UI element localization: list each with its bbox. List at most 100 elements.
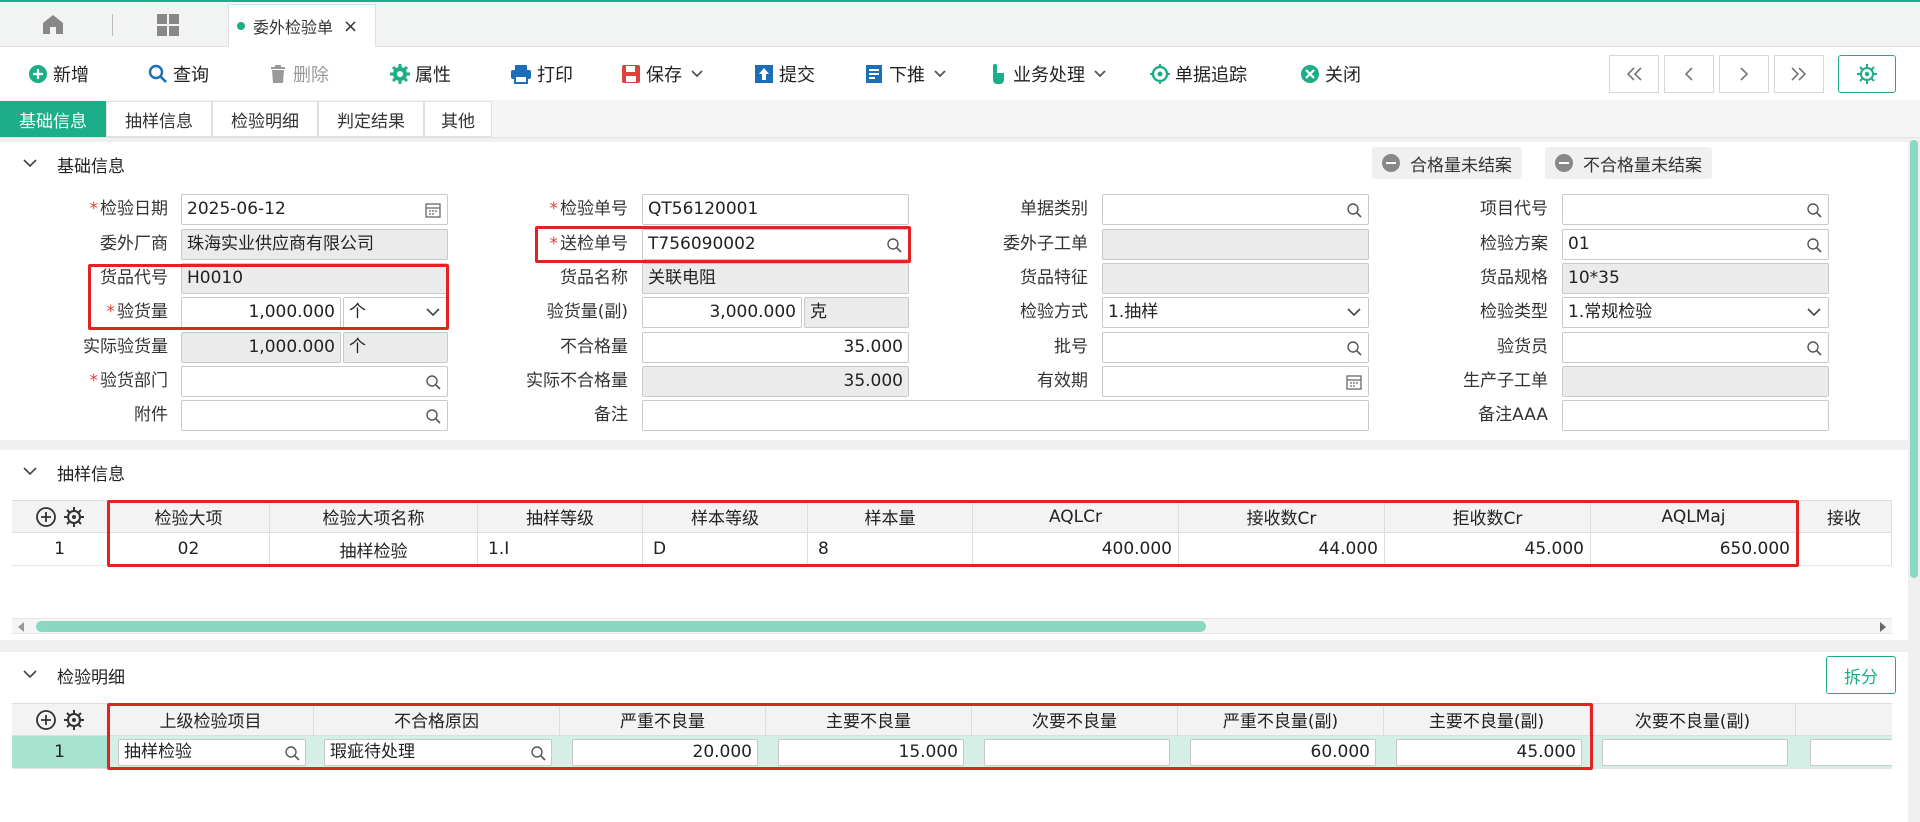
last-record-button[interactable] — [1774, 55, 1824, 93]
print-button[interactable]: 打印 — [510, 59, 573, 89]
search-icon[interactable] — [530, 745, 546, 761]
search-icon[interactable] — [1346, 202, 1362, 218]
calendar-icon[interactable] — [1346, 374, 1362, 390]
table-row[interactable]: 1 02 抽样检验 1.I D 8 400.000 44.000 45.000 … — [12, 533, 1892, 566]
sampling-info-header[interactable]: 抽样信息 — [0, 450, 1908, 494]
close-button[interactable]: 关闭 — [1300, 59, 1361, 89]
tab-inspection-detail[interactable]: 检验明细 — [212, 101, 318, 137]
inspector-field[interactable] — [1562, 332, 1829, 363]
minor-defect-input[interactable] — [984, 739, 1170, 766]
next-column-input[interactable] — [1810, 739, 1892, 766]
search-icon[interactable] — [425, 408, 441, 424]
project-code-label: 项目代号 — [1480, 199, 1548, 219]
page-vertical-scrollbar[interactable] — [1908, 138, 1920, 822]
critical-defect-input[interactable]: 20.000 — [572, 739, 758, 766]
sampling-horizontal-scrollbar[interactable] — [12, 618, 1892, 634]
tab-sampling-info[interactable]: 抽样信息 — [106, 101, 212, 137]
trace-button[interactable]: 单据追踪 — [1150, 59, 1247, 89]
project-code-field[interactable] — [1562, 194, 1829, 225]
property-button[interactable]: 属性 — [390, 59, 451, 89]
unqualified-reason-input[interactable]: 瑕疵待处理 — [324, 739, 552, 766]
next-record-button[interactable] — [1719, 55, 1769, 93]
scroll-right-icon[interactable] — [1878, 621, 1888, 633]
tab-outsource-inspection[interactable]: 委外检验单 × — [228, 4, 376, 47]
cell-reject-cr[interactable]: 45.000 — [1385, 533, 1591, 565]
attachment-field[interactable] — [181, 400, 448, 431]
scrollbar-thumb[interactable] — [36, 621, 1206, 632]
scrollbar-thumb[interactable] — [1910, 140, 1918, 578]
inspection-detail-header[interactable]: 检验明细 — [0, 653, 1908, 697]
business-process-button[interactable]: 业务处理 — [988, 59, 1112, 89]
major-defect-input[interactable]: 15.000 — [778, 739, 964, 766]
cell-inspection-item-name[interactable]: 抽样检验 — [270, 533, 478, 565]
inspection-dept-field[interactable] — [181, 366, 448, 397]
inspection-plan-field[interactable]: 01 — [1562, 229, 1829, 260]
cell-accept-cr[interactable]: 44.000 — [1179, 533, 1385, 565]
inspection-no-field[interactable]: QT56120001 — [642, 194, 909, 225]
new-button[interactable]: 新增 — [28, 59, 89, 89]
batch-field[interactable] — [1102, 332, 1369, 363]
scroll-left-icon[interactable] — [16, 621, 26, 633]
tab-basic-info[interactable]: 基础信息 — [0, 101, 106, 137]
cell-aql-cr[interactable]: 400.000 — [973, 533, 1179, 565]
cell-sample-level[interactable]: D — [643, 533, 808, 565]
search-icon[interactable] — [284, 745, 300, 761]
valid-period-field[interactable] — [1102, 366, 1369, 397]
send-no-label: * 送检单号 — [549, 234, 629, 254]
minor-defect-sub-input[interactable] — [1602, 739, 1788, 766]
search-icon[interactable] — [425, 374, 441, 390]
cell-inspection-item[interactable]: 02 — [108, 533, 270, 565]
unqualified-qty-field[interactable]: 35.000 — [642, 332, 909, 363]
close-tab-icon[interactable]: × — [343, 16, 358, 37]
double-chevron-right-icon — [1791, 67, 1807, 81]
add-circle-icon[interactable] — [35, 506, 57, 528]
table-row[interactable]: 1 抽样检验 瑕疵待处理 20.000 15.000 60.000 45.000 — [12, 736, 1892, 769]
tab-label: 委外检验单 — [253, 18, 334, 37]
cell-accept[interactable] — [1797, 533, 1892, 565]
cell-sampling-level[interactable]: 1.I — [478, 533, 643, 565]
cell-aql-maj[interactable]: 650.000 — [1591, 533, 1797, 565]
calendar-icon[interactable] — [425, 202, 441, 218]
remark-aaa-field[interactable] — [1562, 400, 1829, 431]
inspection-qty-field[interactable]: 1,000.000 — [181, 297, 341, 328]
apps-grid-icon[interactable] — [156, 13, 182, 39]
inspection-type-select[interactable]: 1.常规检验 — [1562, 297, 1829, 328]
property-label: 属性 — [415, 65, 451, 86]
save-button[interactable]: 保存 — [621, 59, 709, 89]
previous-record-button[interactable] — [1664, 55, 1714, 93]
parent-inspection-item-input[interactable]: 抽样检验 — [118, 739, 306, 766]
gear-icon[interactable] — [63, 709, 85, 731]
first-record-button[interactable] — [1609, 55, 1659, 93]
remark-field[interactable] — [642, 400, 1369, 431]
home-icon[interactable] — [40, 12, 70, 38]
search-icon[interactable] — [1806, 237, 1822, 253]
critical-defect-sub-input[interactable]: 60.000 — [1190, 739, 1376, 766]
push-down-button[interactable]: 下推 — [864, 59, 952, 89]
tab-judgment-result[interactable]: 判定结果 — [318, 101, 424, 137]
split-button[interactable]: 拆分 — [1826, 656, 1896, 694]
gear-icon[interactable] — [63, 506, 85, 528]
basic-info-header[interactable]: 基础信息 合格量未结案 不合格量未结案 — [0, 142, 1908, 186]
inspection-qty-sub-field[interactable]: 3,000.000 — [642, 297, 802, 328]
settings-button[interactable] — [1838, 55, 1896, 93]
toolbar: 新增 查询 删除 属性 打印 保存 提交 下推 业务处理 单据追踪 关闭 — [0, 47, 1920, 100]
search-icon[interactable] — [1806, 340, 1822, 356]
col-aql-cr: AQLCr — [973, 501, 1179, 532]
inspection-date-label: * 检验日期 — [89, 199, 169, 219]
search-icon[interactable] — [1346, 340, 1362, 356]
submit-button[interactable]: 提交 — [754, 59, 815, 89]
inspection-unit-select[interactable]: 个 — [343, 297, 448, 328]
cell-sample-size[interactable]: 8 — [808, 533, 973, 565]
doc-type-field[interactable] — [1102, 194, 1369, 225]
send-no-field[interactable]: T756090002 — [642, 229, 909, 260]
inspection-date-field[interactable]: 2025-06-12 — [181, 194, 448, 225]
search-icon[interactable] — [1806, 202, 1822, 218]
add-circle-icon[interactable] — [35, 709, 57, 731]
tab-other[interactable]: 其他 — [424, 101, 492, 137]
search-icon[interactable] — [886, 237, 902, 253]
major-defect-sub-input[interactable]: 45.000 — [1396, 739, 1582, 766]
query-button[interactable]: 查询 — [148, 59, 209, 89]
prod-sub-order-field — [1562, 366, 1829, 397]
inspection-method-select[interactable]: 1.抽样 — [1102, 297, 1369, 328]
delete-button[interactable]: 删除 — [268, 59, 329, 89]
